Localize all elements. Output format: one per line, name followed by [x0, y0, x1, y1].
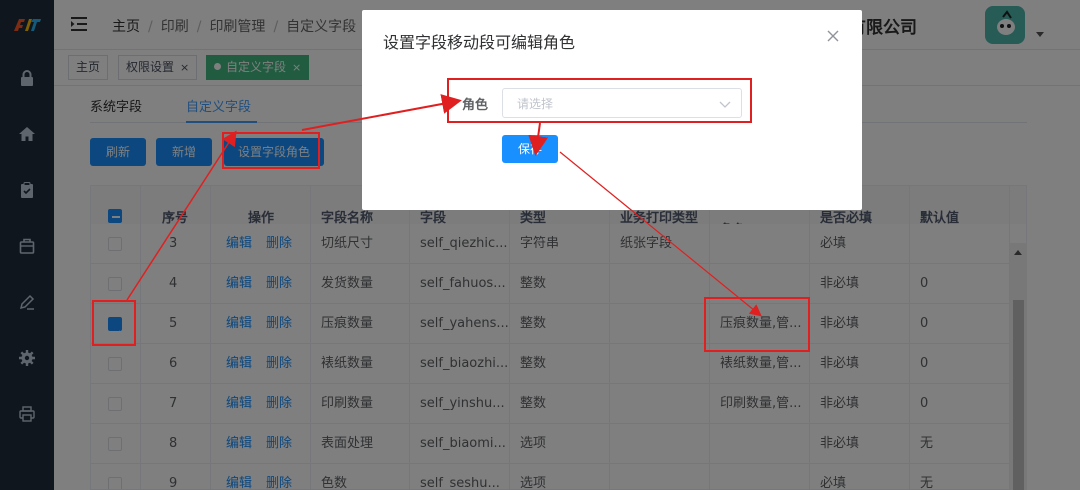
save-button[interactable]: 保存 — [502, 135, 558, 163]
role-select-input[interactable] — [517, 95, 697, 113]
set-role-dialog: 设置字段移动段可编辑角色 角色 保存 — [362, 10, 862, 210]
chevron-down-icon[interactable] — [719, 98, 731, 108]
dialog-title: 设置字段移动段可编辑角色 — [383, 33, 576, 52]
role-select[interactable] — [502, 88, 742, 118]
role-label: 角色 — [462, 98, 489, 113]
close-icon[interactable] — [826, 29, 840, 43]
